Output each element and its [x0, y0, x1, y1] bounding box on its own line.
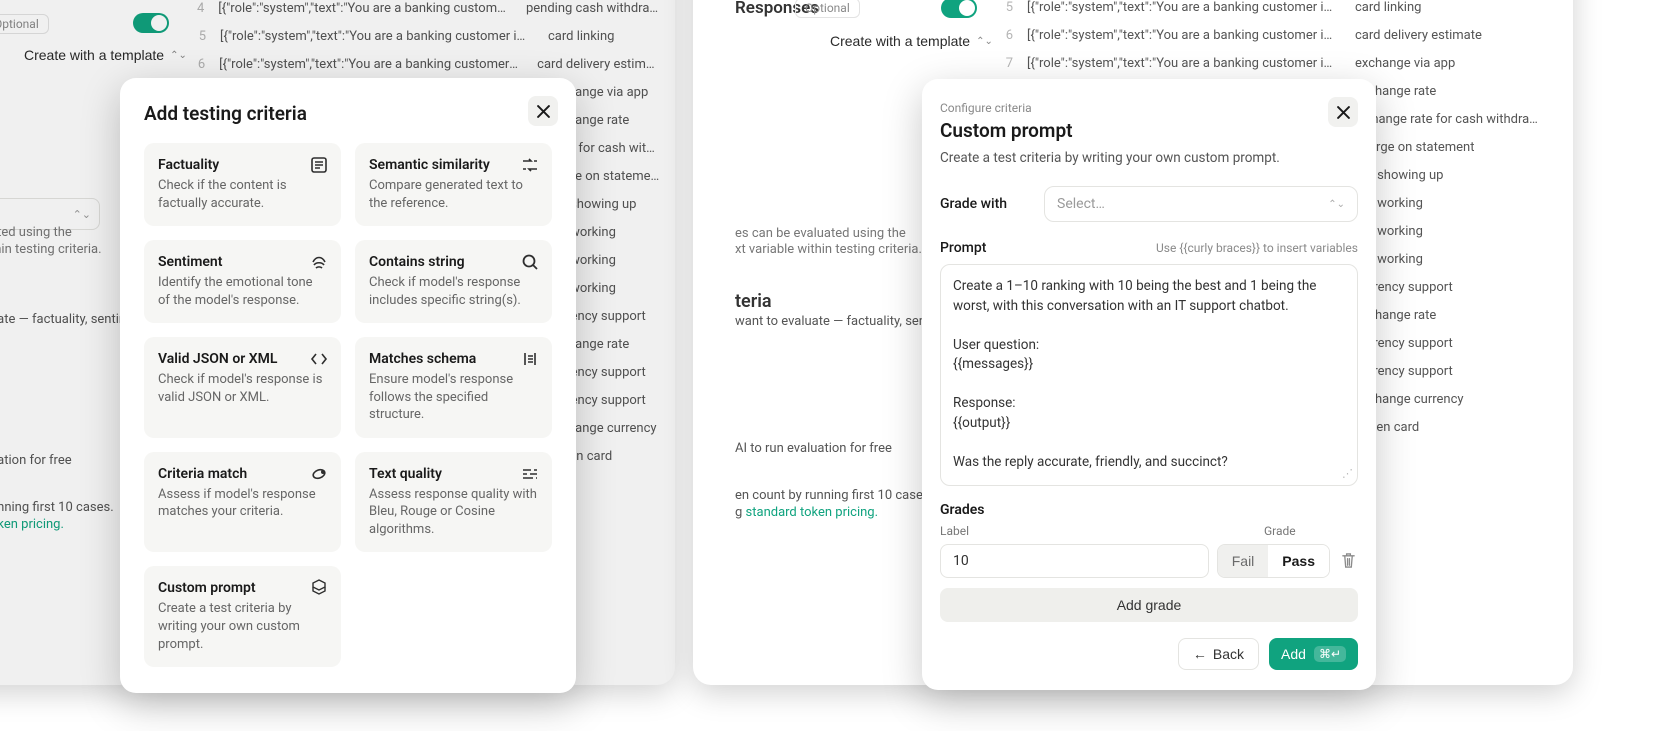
search-icon: [520, 252, 540, 272]
bg-text-fragment: es can be evaluated using the: [735, 226, 906, 241]
card-title: Contains string: [369, 254, 538, 270]
bg-text-fragment: AI to run evaluation for free: [735, 441, 892, 456]
card-description: Compare generated text to the reference.: [369, 177, 538, 212]
card-description: Create a test criteria by writing your o…: [158, 600, 327, 653]
trash-icon: [1341, 552, 1356, 569]
back-button[interactable]: ← Back: [1178, 638, 1259, 670]
custom-prompt-dialog: Configure criteria Custom prompt Create …: [922, 79, 1376, 690]
criteria-card[interactable]: Sentiment Identify the emotional tone of …: [144, 240, 341, 323]
close-button[interactable]: [528, 96, 558, 126]
card-description: Ensure model's response follows the spec…: [369, 371, 538, 424]
table-row: 6 [{"role":"system","text":"You are a ban…: [987, 21, 1547, 49]
prompt-textarea[interactable]: Create a 1–10 ranking with 10 being the …: [940, 264, 1358, 486]
code-icon: [309, 349, 329, 369]
table-row: 5 [{"role":"system","text":"You are a ban…: [987, 0, 1547, 21]
card-description: Identify the emotional tone of the model…: [158, 274, 327, 309]
card-title: Factuality: [158, 157, 327, 173]
card-title: Text quality: [369, 466, 538, 482]
message-cell: [{"role":"system","text":"You are a bank…: [1027, 56, 1337, 71]
criteria-card[interactable]: Valid JSON or XML Check if model's respon…: [144, 337, 341, 438]
dialog-subtitle: Create a test criteria by writing your o…: [940, 150, 1358, 166]
criteria-card[interactable]: Matches schema Ensure model's response fo…: [355, 337, 552, 438]
bg-text-fragment: g standard token pricing.: [735, 505, 878, 520]
sliders-icon: [520, 464, 540, 484]
criteria-card[interactable]: Contains string Check if model's response…: [355, 240, 552, 323]
resize-handle-icon: ⋰: [1342, 466, 1353, 482]
card-title: Custom prompt: [158, 580, 327, 596]
output-cell: exchange via app: [1355, 56, 1455, 71]
fail-option[interactable]: Fail: [1218, 545, 1269, 577]
criteria-card[interactable]: Semantic similarity Compare generated tex…: [355, 143, 552, 226]
bg-heading: teria: [735, 291, 772, 312]
add-label: Add: [1281, 646, 1306, 662]
prompt-label: Prompt: [940, 240, 986, 256]
card-title: Semantic similarity: [369, 157, 538, 173]
line-number: 6: [987, 28, 1013, 43]
dialog-title: Custom prompt: [940, 119, 1358, 142]
select-placeholder: Select…: [1057, 196, 1105, 212]
grades-heading: Grades: [940, 502, 1358, 518]
criteria-card[interactable]: Factuality Check if the content is factua…: [144, 143, 341, 226]
close-icon: [1337, 106, 1350, 119]
criteria-card[interactable]: Custom prompt Create a test criteria by w…: [144, 566, 341, 667]
create-template-label: Create with a template: [830, 33, 970, 49]
grade-with-select[interactable]: Select… ⌃⌄: [1044, 186, 1358, 222]
add-criteria-dialog: Add testing criteria Factuality Check if …: [120, 78, 576, 693]
toggle-switch[interactable]: [941, 0, 977, 18]
close-button[interactable]: [1328, 97, 1358, 127]
card-description: Assess response quality with Bleu, Rouge…: [369, 486, 538, 539]
message-cell: [{"role":"system","text":"You are a bank…: [1027, 28, 1337, 43]
card-description: Check if model's response includes speci…: [369, 274, 538, 309]
grade-label-input[interactable]: 10: [940, 544, 1209, 578]
file-text-icon: [309, 155, 329, 175]
grade-with-label: Grade with: [940, 196, 1044, 212]
compare-arrows-icon: [520, 155, 540, 175]
orbit-icon: [309, 464, 329, 484]
criteria-card[interactable]: Criteria match Assess if model's response…: [144, 452, 341, 553]
bg-text-fragment: xt variable within testing criteria.: [735, 242, 922, 257]
card-title: Criteria match: [158, 466, 327, 482]
pass-fail-segment[interactable]: Fail Pass: [1217, 544, 1330, 578]
criteria-card[interactable]: Text quality Assess response quality with…: [355, 452, 552, 553]
breadcrumb: Configure criteria: [940, 101, 1358, 115]
output-cell: card delivery estimate: [1355, 28, 1482, 43]
card-title: Valid JSON or XML: [158, 351, 327, 367]
close-icon: [537, 105, 550, 118]
chevron-updown-icon: ⌃⌄: [1328, 199, 1345, 210]
waves-icon: [309, 252, 329, 272]
cube-icon: [309, 578, 329, 598]
col-label: Label: [940, 524, 1264, 538]
dialog-title: Add testing criteria: [144, 102, 552, 125]
prompt-hint: Use {{curly braces}} to insert variables: [1156, 241, 1358, 255]
col-grade: Grade: [1264, 524, 1358, 538]
line-number: 5: [987, 0, 1013, 15]
card-title: Sentiment: [158, 254, 327, 270]
bg-text-fragment: en count by running first 10 cases.: [735, 488, 933, 503]
output-cell: exchange rate for cash withdrawal: [1351, 112, 1547, 127]
schema-icon: [520, 349, 540, 369]
card-description: Assess if model's response matches your …: [158, 486, 327, 521]
add-grade-button[interactable]: Add grade: [940, 588, 1358, 622]
message-cell: [{"role":"system","text":"You are a bank…: [1027, 0, 1337, 15]
card-title: Matches schema: [369, 351, 538, 367]
create-template-button[interactable]: Create with a template⌃⌄: [820, 27, 1003, 55]
shortcut-badge: ⌘↵: [1314, 646, 1346, 662]
table-row: 7 [{"role":"system","text":"You are a ban…: [987, 49, 1547, 77]
criteria-cards-grid: Factuality Check if the content is factua…: [144, 143, 552, 667]
card-description: Check if model's response is valid JSON …: [158, 371, 327, 406]
pass-option[interactable]: Pass: [1268, 545, 1329, 577]
delete-grade-button[interactable]: [1338, 551, 1358, 571]
add-button[interactable]: Add ⌘↵: [1269, 638, 1358, 670]
back-label: Back: [1213, 646, 1244, 662]
line-number: 7: [987, 56, 1013, 71]
output-cell: card linking: [1355, 0, 1421, 15]
arrow-left-icon: ←: [1193, 646, 1207, 662]
card-description: Check if the content is factually accura…: [158, 177, 327, 212]
optional-badge: Optional: [795, 0, 860, 18]
